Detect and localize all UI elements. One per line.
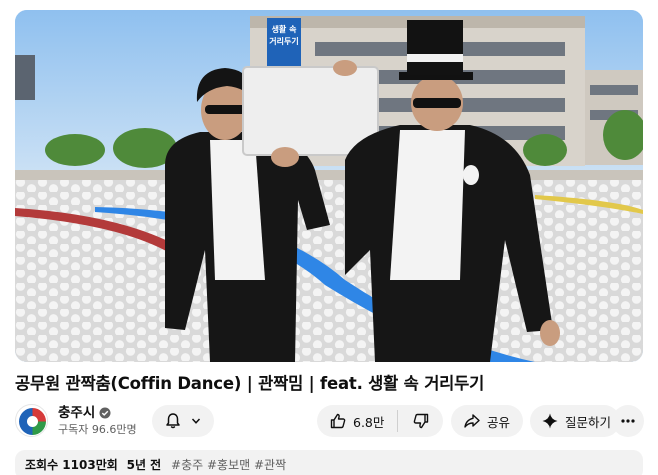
channel-avatar[interactable] [15,404,48,437]
video-title: 공무원 관짝춤(Coffin Dance) | 관짝밈 | feat. 생활 속… [15,374,485,393]
view-count: 조회수 1103만회 [25,458,118,472]
thumbs-up-icon [330,413,346,429]
share-label: 공유 [487,414,511,430]
sign-text-line2: 거리두기 [269,36,298,46]
share-icon [464,414,480,428]
upload-age: 5년 전 [126,458,162,472]
video-player[interactable]: 생활 속 거리두기 [15,10,643,362]
sparkle-icon [542,413,558,429]
hashtags[interactable]: #충주 #홍보맨 #관짝 [171,458,286,472]
sign-text-line1: 생활 속 [272,24,298,34]
chevron-down-icon [191,418,201,424]
thumbs-down-icon [413,413,428,429]
subscriber-count: 구독자 96.6만명 [58,423,137,436]
verified-check-icon [99,407,111,419]
like-button[interactable]: 6.8만 [317,405,397,437]
like-count: 6.8만 [353,414,385,430]
like-dislike-group: 6.8만 [317,405,443,437]
channel-logo-icon [17,406,47,436]
more-actions-button[interactable] [612,405,644,437]
bell-icon [166,413,180,429]
ask-button[interactable]: 질문하기 [530,405,620,437]
channel-name[interactable]: 충주시 [58,404,95,422]
more-horizontal-icon [621,419,635,423]
share-button[interactable]: 공유 [451,405,523,437]
dislike-button[interactable] [398,405,443,437]
description-box[interactable]: 조회수 1103만회 5년 전 #충주 #홍보맨 #관짝 [15,450,643,475]
ask-label: 질문하기 [565,414,612,430]
channel-name-block[interactable]: 충주시 [58,404,111,422]
channel-row: 충주시 구독자 96.6만명 6.8만 공유 질문하기 [15,402,644,440]
notification-button[interactable] [152,405,214,437]
video-frame: 생활 속 거리두기 [15,10,643,362]
description-meta: 조회수 1103만회 5년 전 #충주 #홍보맨 #관짝 [25,458,286,473]
